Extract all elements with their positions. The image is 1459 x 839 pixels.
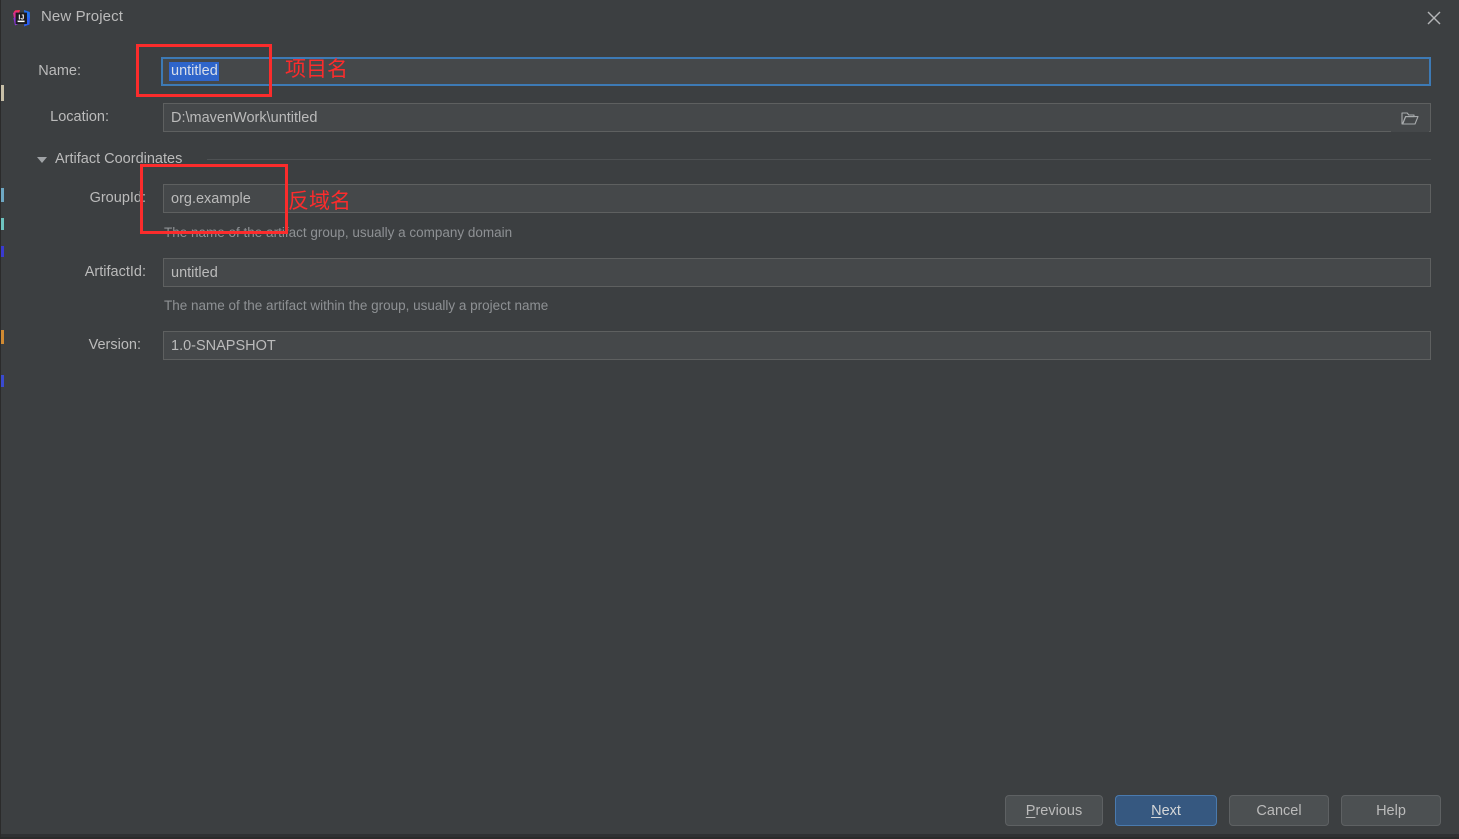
help-button[interactable]: Help: [1341, 795, 1441, 826]
close-icon[interactable]: [1424, 8, 1444, 28]
intellij-idea-icon: IJ: [12, 9, 31, 28]
next-button-label: Next: [1151, 802, 1181, 819]
group-id-input-value: org.example: [171, 190, 251, 207]
name-input[interactable]: untitled: [161, 57, 1431, 86]
title-bar: IJ New Project: [1, 0, 1459, 37]
artifact-coordinates-toggle[interactable]: Artifact Coordinates: [37, 150, 182, 168]
cancel-button[interactable]: Cancel: [1229, 795, 1329, 826]
window-bottom-edge: [1, 834, 1459, 837]
name-input-value: untitled: [169, 61, 219, 82]
new-project-dialog: IJ New Project Name: untitled Location: …: [0, 0, 1459, 839]
background-sliver: [1, 246, 4, 257]
chevron-down-icon: [37, 156, 47, 163]
version-label: Version:: [88, 337, 141, 353]
next-button[interactable]: Next: [1115, 795, 1217, 826]
folder-icon[interactable]: [1391, 105, 1429, 132]
cancel-button-label: Cancel: [1256, 802, 1302, 819]
section-divider: [207, 159, 1431, 160]
window-title: New Project: [41, 8, 123, 25]
name-label: Name:: [38, 63, 81, 79]
background-sliver: [1, 85, 4, 101]
artifact-coordinates-title: Artifact Coordinates: [55, 151, 183, 167]
background-sliver: [1, 375, 4, 387]
help-button-label: Help: [1376, 802, 1406, 819]
location-input[interactable]: D:\mavenWork\untitled: [163, 103, 1431, 132]
location-input-value: D:\mavenWork\untitled: [171, 109, 318, 126]
artifact-id-input[interactable]: untitled: [163, 258, 1431, 287]
previous-button-label: Previous: [1025, 802, 1083, 819]
artifact-id-hint: The name of the artifact within the grou…: [164, 298, 549, 313]
version-input-value: 1.0-SNAPSHOT: [171, 337, 276, 354]
group-id-hint: The name of the artifact group, usually …: [164, 225, 513, 240]
location-label: Location:: [50, 109, 109, 125]
background-sliver: [1, 218, 4, 230]
artifact-id-label: ArtifactId:: [84, 264, 146, 280]
artifact-id-input-value: untitled: [171, 264, 218, 281]
svg-text:IJ: IJ: [18, 15, 24, 22]
version-input[interactable]: 1.0-SNAPSHOT: [163, 331, 1431, 360]
group-id-input[interactable]: org.example: [163, 184, 1431, 213]
group-id-label: GroupId:: [89, 190, 146, 206]
previous-button[interactable]: Previous: [1005, 795, 1103, 826]
